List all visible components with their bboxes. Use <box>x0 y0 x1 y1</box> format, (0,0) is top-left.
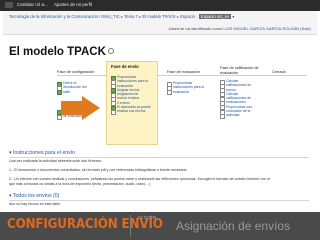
task-item-cont[interactable]: realizar sus envíos <box>111 109 153 116</box>
page-title: El modelo TPACK <box>9 45 114 59</box>
action-title: Asignación de envíos <box>176 219 291 233</box>
task-item-cont[interactable]: evaluación <box>167 90 204 96</box>
phase-envio: Fase de envío Proporcionar instrucciones… <box>106 61 158 145</box>
logged-prefix: Usted se ha identificado como <box>168 26 223 31</box>
task-item[interactable]: taller <box>57 90 94 96</box>
top-navbar: Cambiar rol a... Ajustes de mi perfil <box>0 0 320 11</box>
phase-config-head: Fase de configuración <box>57 70 95 74</box>
instructions-line: Una vez realizada la actividad deberéis … <box>9 159 102 163</box>
task-item-cont[interactable]: actividad <box>220 113 259 120</box>
logout-link[interactable]: (Salir) <box>300 26 311 31</box>
breadcrumb-item-espacio-oct[interactable]: Espacio oct_ev <box>198 14 232 19</box>
instructions-title[interactable]: ▾ Instrucciones para el envío <box>9 150 75 157</box>
breadcrumb-item-tema[interactable]: Tema 7 <box>124 14 138 19</box>
breadcrumb: Tecnología de la Información y la Comuni… <box>9 14 235 19</box>
no-submissions-text: Aún no hay envíos en este taller <box>9 202 61 206</box>
logged-user-link[interactable]: LUIS MIGUEL GARCÍA GARCÍA-ROLDÁN <box>223 26 299 31</box>
phase-diagram: Fase de configuración Definir la introdu… <box>57 61 307 146</box>
phase-cerrado: Cerrado <box>272 70 286 75</box>
arrow-right-icon <box>82 96 100 120</box>
divider <box>9 200 309 201</box>
submissions-title-text: Todos los envíos (0) <box>12 193 60 199</box>
help-icon[interactable] <box>107 48 114 54</box>
phase-evaluacion: Fase de evaluación Proporcionar instrucc… <box>167 70 204 96</box>
instructions-title-text: Instrucciones para el envío <box>13 150 76 156</box>
breadcrumb-item-tpack[interactable]: El modelo TPACK <box>142 14 175 19</box>
phase-cerrado-head: Cerrado <box>272 70 286 74</box>
phase-calificacion: Fase de calificación de evaluación Calcu… <box>220 66 259 120</box>
chevron-down-icon[interactable]: ▾ <box>232 14 234 19</box>
bottom-banner: CONFIGURACIÓN ENVÍO ACCIÓN Asignación de… <box>0 212 320 240</box>
banner-divider <box>130 215 131 237</box>
submissions-title[interactable]: ▾ Todos los envíos (0) <box>9 193 59 200</box>
change-role-link[interactable]: Cambiar rol a... <box>17 2 48 8</box>
login-info: Usted se ha identificado como LUIS MIGUE… <box>169 26 311 31</box>
page-title-text: El modelo TPACK <box>9 46 106 58</box>
phase-envio-head: Fase de envío <box>111 64 139 69</box>
instructions-line: 1.- El documento o documentos consultado… <box>9 168 187 172</box>
instructions-line: que más cómodos os sintáis a la hora de … <box>9 182 151 186</box>
profile-settings-link[interactable]: Ajustes de mi perfil <box>54 2 92 8</box>
accion-label: ACCIÓN <box>137 215 157 220</box>
menu-icon[interactable] <box>5 2 13 8</box>
breadcrumb-item-espacio[interactable]: Espacio <box>180 14 195 19</box>
phase-evaluacion-head: Fase de evaluación <box>167 70 200 74</box>
phase-calificacion-head2: evaluación <box>220 71 239 75</box>
breadcrumb-item-course[interactable]: Tecnología de la Información y la Comuni… <box>9 14 120 19</box>
current-phase-arrow <box>61 101 83 115</box>
divider <box>9 157 309 158</box>
